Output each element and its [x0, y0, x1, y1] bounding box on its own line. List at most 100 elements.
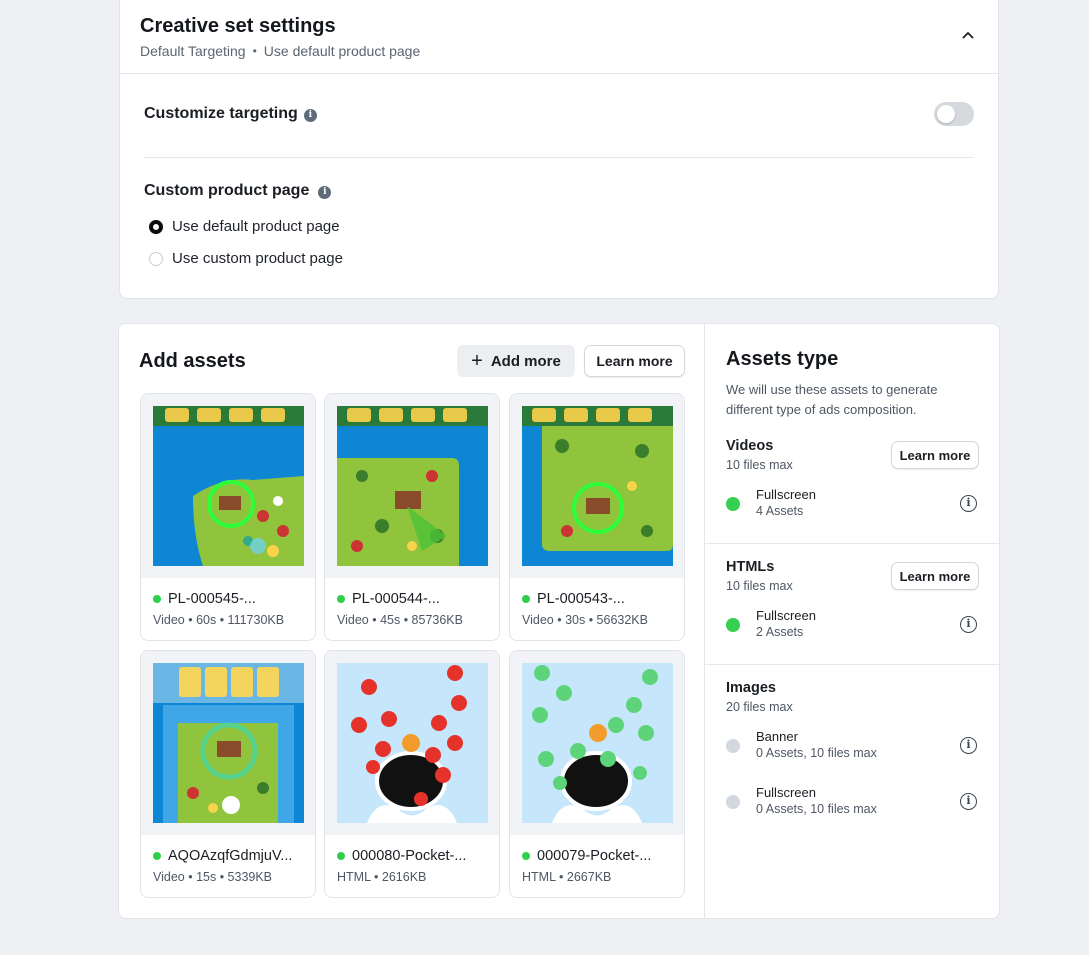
status-dot	[337, 852, 345, 860]
asset-tile[interactable]: 000079-Pocket-... HTML • 2667KB	[509, 650, 685, 898]
asset-thumbnail-frame	[325, 651, 499, 835]
add-more-button[interactable]: + Add more	[457, 345, 575, 377]
status-dot	[726, 618, 740, 632]
learn-more-button[interactable]: Learn more	[584, 345, 685, 377]
info-icon[interactable]: i	[960, 495, 977, 512]
images-banner-count: 0 Assets, 10 files max	[756, 746, 877, 760]
images-fullscreen-name: Fullscreen	[756, 785, 816, 800]
htmls-section-title: HTMLs	[726, 559, 775, 575]
videos-section-title: Videos	[726, 438, 774, 454]
status-dot	[522, 852, 530, 860]
status-dot	[726, 739, 740, 753]
asset-name: 000080-Pocket-...	[337, 848, 466, 864]
settings-title: Creative set settings	[140, 15, 336, 37]
status-dot	[522, 595, 530, 603]
images-section-subtitle: 20 files max	[726, 700, 793, 714]
asset-tile[interactable]: PL-000545-... Video • 60s • 111730KB	[140, 393, 316, 641]
custom-product-page-row: Custom product page i	[144, 182, 332, 200]
asset-thumbnail-frame	[141, 394, 315, 578]
video-thumbnail	[522, 406, 673, 566]
radio-button[interactable]	[149, 251, 163, 266]
video-thumbnail	[153, 406, 304, 566]
asset-name-text: PL-000543-...	[537, 591, 625, 607]
htmls-learn-more-button[interactable]: Learn more	[891, 562, 979, 590]
customize-targeting-label: Customize targeting	[144, 105, 298, 122]
plus-icon: +	[471, 350, 483, 372]
status-dot	[726, 795, 740, 809]
status-dot	[153, 595, 161, 603]
section-divider	[705, 664, 999, 665]
asset-name-text: PL-000545-...	[168, 591, 256, 607]
asset-tile[interactable]: AQOAzqfGdmjuV... Video • 15s • 5339KB	[140, 650, 316, 898]
asset-thumbnail-frame	[510, 651, 684, 835]
asset-name: AQOAzqfGdmjuV...	[153, 848, 292, 864]
add-assets-panel: Add assets + Add more Learn more PL-0005…	[119, 324, 705, 918]
asset-name-text: 000080-Pocket-...	[352, 848, 467, 864]
asset-meta: Video • 15s • 5339KB	[153, 870, 273, 884]
htmls-fullscreen-count: 2 Assets	[756, 625, 804, 639]
add-assets-title: Add assets	[139, 350, 246, 372]
asset-name-text: AQOAzqfGdmjuV...	[168, 848, 293, 864]
radio-default-product-page[interactable]: Use default product page	[149, 218, 340, 235]
assets-card: Add assets + Add more Learn more PL-0005…	[118, 323, 1000, 919]
images-section-title: Images	[726, 680, 776, 696]
info-icon[interactable]: i	[960, 616, 977, 633]
asset-meta: Video • 30s • 56632KB	[522, 613, 648, 627]
images-fullscreen-count: 0 Assets, 10 files max	[756, 802, 877, 816]
settings-header[interactable]: Creative set settings Default Targeting •…	[120, 0, 998, 74]
asset-tile[interactable]: PL-000543-... Video • 30s • 56632KB	[509, 393, 685, 641]
asset-meta: Video • 60s • 111730KB	[153, 613, 285, 627]
add-more-label: Add more	[490, 352, 561, 370]
info-icon[interactable]: i	[318, 186, 332, 199]
settings-subtitle-separator: •	[252, 44, 257, 58]
asset-tile[interactable]: 000080-Pocket-... HTML • 2616KB	[324, 650, 500, 898]
info-icon[interactable]: i	[303, 109, 317, 122]
section-divider	[705, 543, 999, 544]
asset-meta: HTML • 2667KB	[522, 870, 612, 884]
html-thumbnail	[522, 663, 673, 823]
htmls-section-subtitle: 10 files max	[726, 579, 793, 593]
status-dot	[337, 595, 345, 603]
asset-meta: HTML • 2616KB	[337, 870, 427, 884]
settings-subtitle-targeting: Default Targeting	[140, 43, 246, 59]
customize-targeting-toggle[interactable]	[934, 102, 974, 126]
asset-thumbnail-frame	[141, 651, 315, 835]
radio-custom-product-page[interactable]: Use custom product page	[149, 250, 343, 267]
asset-meta: Video • 45s • 85736KB	[337, 613, 463, 627]
assets-type-description: We will use these assets to generate dif…	[726, 382, 938, 417]
asset-thumbnail-frame	[510, 394, 684, 578]
settings-divider	[144, 157, 974, 158]
asset-name: PL-000544-...	[337, 591, 440, 607]
radio-label: Use default product page	[172, 218, 340, 235]
status-dot	[153, 852, 161, 860]
assets-type-title: Assets type	[726, 348, 839, 370]
info-icon[interactable]: i	[960, 737, 977, 754]
asset-name: 000079-Pocket-...	[522, 848, 651, 864]
creative-set-settings-card: Creative set settings Default Targeting •…	[119, 0, 999, 299]
video-thumbnail	[153, 663, 304, 823]
htmls-fullscreen-name: Fullscreen	[756, 608, 816, 623]
customize-targeting-row: Customize targeting i	[144, 105, 317, 123]
settings-subtitle-product-page: Use default product page	[263, 43, 421, 59]
videos-fullscreen-count: 4 Assets	[756, 504, 804, 518]
custom-product-page-label: Custom product page	[144, 182, 310, 199]
videos-section-subtitle: 10 files max	[726, 458, 793, 472]
html-thumbnail	[337, 663, 488, 823]
toggle-knob	[937, 105, 955, 123]
asset-name-text: PL-000544-...	[352, 591, 440, 607]
chevron-up-icon[interactable]	[960, 27, 976, 43]
status-dot	[726, 497, 740, 511]
settings-subtitle: Default Targeting • Use default product pa…	[140, 43, 420, 59]
video-thumbnail	[337, 406, 488, 566]
videos-learn-more-button[interactable]: Learn more	[891, 441, 979, 469]
radio-label: Use custom product page	[172, 250, 343, 267]
info-icon[interactable]: i	[960, 793, 977, 810]
videos-fullscreen-name: Fullscreen	[756, 487, 816, 502]
images-banner-name: Banner	[756, 729, 798, 744]
asset-name: PL-000543-...	[522, 591, 625, 607]
radio-button-selected[interactable]	[149, 219, 163, 234]
asset-tile[interactable]: PL-000544-... Video • 45s • 85736KB	[324, 393, 500, 641]
asset-name: PL-000545-...	[153, 591, 256, 607]
asset-thumbnail-frame	[325, 394, 499, 578]
asset-name-text: 000079-Pocket-...	[537, 848, 652, 864]
